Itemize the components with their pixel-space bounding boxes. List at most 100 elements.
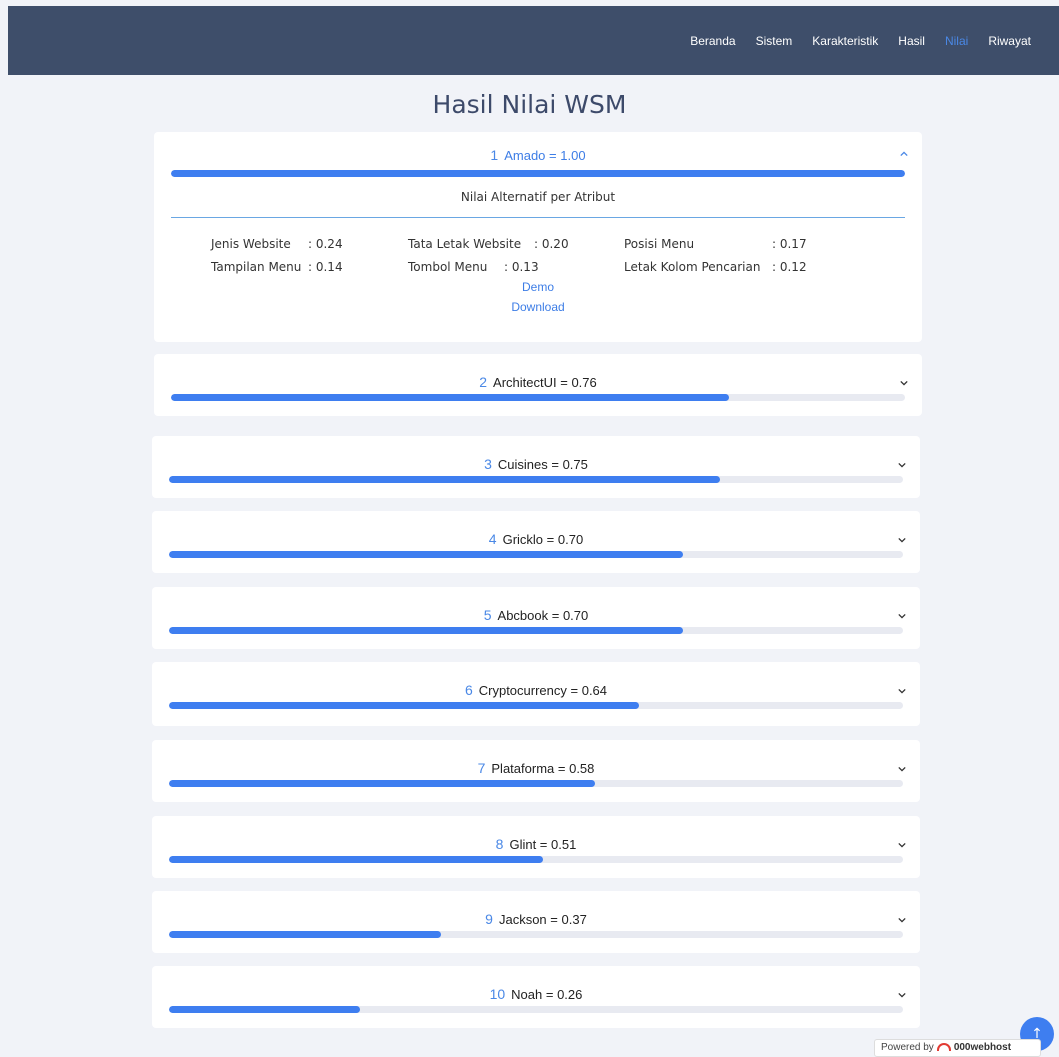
attr-label: Posisi Menu (624, 237, 695, 251)
result-score: 0.37 (561, 912, 587, 927)
download-link[interactable]: Download (154, 300, 922, 314)
result-score: 0.75 (562, 457, 588, 472)
attr-label: Tata Letak Website (408, 237, 522, 251)
result-name: Plataforma (491, 761, 555, 776)
result-name: Noah (511, 987, 543, 1002)
result-card-header[interactable]: 1 Amado = 1.00 (154, 132, 922, 194)
score-progress-fill (169, 780, 595, 787)
nav-hasil[interactable]: Hasil (898, 34, 925, 48)
nav-nilai[interactable]: Nilai (945, 34, 968, 48)
result-name: Jackson (498, 912, 547, 927)
result-label: 8 Glint = 0.51 (495, 836, 577, 852)
attr-value: : 0.14 (308, 260, 343, 274)
chevron-down-icon[interactable] (898, 765, 906, 773)
result-card[interactable]: 5 Abcbook = 0.70 (152, 587, 920, 649)
result-name: ArchitectUI (493, 375, 557, 390)
000webhost-logo-icon (936, 1043, 951, 1052)
result-label: 6 Cryptocurrency = 0.64 (464, 682, 608, 698)
chevron-down-icon[interactable] (898, 612, 906, 620)
navbar: Beranda Sistem Karakteristik Hasil Nilai… (8, 6, 1059, 75)
result-label: 3 Cuisines = 0.75 (484, 456, 588, 472)
result-card[interactable]: 8 Glint = 0.51 (152, 816, 920, 878)
result-card[interactable]: 9 Jackson = 0.37 (152, 891, 920, 953)
chevron-down-icon[interactable] (898, 841, 906, 849)
result-detail: Nilai Alternatif per Atribut (154, 190, 922, 218)
result-card[interactable]: 3 Cuisines = 0.75 (152, 436, 920, 498)
result-name: Glint (509, 837, 537, 852)
score-progress-bar (171, 170, 905, 177)
result-card[interactable]: 7 Plataforma = 0.58 (152, 740, 920, 802)
score-progress-fill (171, 394, 729, 401)
result-score: 0.70 (562, 608, 589, 623)
result-name: Cryptocurrency (478, 683, 567, 698)
chevron-up-icon[interactable] (900, 150, 908, 158)
attr-label: Letak Kolom Pencarian (624, 260, 761, 274)
attr-label: Tombol Menu (408, 260, 488, 274)
chevron-down-icon[interactable] (898, 461, 906, 469)
result-name: Abcbook (497, 608, 549, 623)
nav-sistem[interactable]: Sistem (756, 34, 793, 48)
result-rank: 10 (489, 986, 506, 1002)
attr-label: Tampilan Menu (211, 260, 302, 274)
result-rank: 6 (464, 682, 473, 698)
chevron-down-icon[interactable] (898, 687, 906, 695)
result-label: 9 Jackson = 0.37 (485, 911, 587, 927)
result-name: Gricklo (502, 532, 544, 547)
score-progress-bar (169, 780, 903, 787)
detail-title: Nilai Alternatif per Atribut (460, 190, 616, 204)
score-progress-fill (169, 856, 544, 863)
result-card[interactable]: 4 Gricklo = 0.70 (152, 511, 920, 573)
attr-value: : 0.20 (534, 237, 569, 251)
chevron-down-icon[interactable] (898, 991, 906, 999)
result-name: Amado (504, 148, 546, 163)
result-score: 0.64 (581, 683, 608, 698)
result-label: 7 Plataforma = 0.58 (477, 760, 595, 776)
nav-karakteristik[interactable]: Karakteristik (812, 34, 878, 48)
result-rank: 4 (488, 531, 497, 547)
result-card[interactable]: 6 Cryptocurrency = 0.64 (152, 662, 920, 726)
result-label: 5 Abcbook = 0.70 (483, 607, 589, 623)
score-progress-bar (169, 856, 903, 863)
powered-by-badge[interactable]: Powered by 000webhost (874, 1039, 1041, 1057)
result-rank: 1 (490, 147, 499, 163)
result-rank: 3 (484, 456, 492, 472)
score-progress-fill (169, 702, 639, 709)
result-rank: 8 (495, 836, 504, 852)
result-rank: 2 (479, 374, 488, 390)
score-progress-fill (169, 627, 683, 634)
attr-value: : 0.12 (772, 260, 807, 274)
score-progress-bar (169, 627, 903, 634)
score-progress-fill (169, 476, 720, 483)
chevron-down-icon[interactable] (898, 536, 906, 544)
result-score: 0.58 (569, 761, 595, 776)
result-label: 2 ArchitectUI = 0.76 (479, 374, 597, 390)
score-progress-fill (169, 551, 683, 558)
score-progress-bar (169, 702, 903, 709)
result-rank: 7 (477, 760, 486, 776)
score-progress-fill (169, 931, 441, 938)
nav-beranda[interactable]: Beranda (690, 34, 735, 48)
result-card[interactable]: 2 ArchitectUI = 0.76 (154, 354, 922, 416)
score-progress-bar (169, 931, 903, 938)
result-rank: 5 (483, 607, 492, 623)
result-label: 4 Gricklo = 0.70 (488, 531, 584, 547)
attr-label: Jenis Website (211, 237, 291, 251)
result-score: 0.70 (557, 532, 584, 547)
result-card: 1 Amado = 1.00 Nilai Alternatif per Atrib… (154, 132, 922, 342)
score-progress-bar (169, 551, 903, 558)
result-card[interactable]: 10 Noah = 0.26 (152, 966, 920, 1028)
chevron-down-icon[interactable] (898, 916, 906, 924)
result-score: 0.26 (557, 987, 583, 1002)
divider (171, 217, 905, 218)
attr-value: : 0.13 (504, 260, 539, 274)
result-label: 1 Amado = 1.00 (490, 147, 586, 163)
score-progress-fill (169, 1006, 360, 1013)
result-score: 0.76 (571, 375, 597, 390)
result-score: 1.00 (560, 148, 586, 163)
demo-link[interactable]: Demo (154, 280, 922, 294)
chevron-down-icon[interactable] (900, 379, 908, 387)
nav-riwayat[interactable]: Riwayat (988, 34, 1031, 48)
attr-value: : 0.24 (308, 237, 343, 251)
result-label: 10 Noah = 0.26 (489, 986, 583, 1002)
nav-menu: Beranda Sistem Karakteristik Hasil Nilai… (690, 6, 1051, 75)
